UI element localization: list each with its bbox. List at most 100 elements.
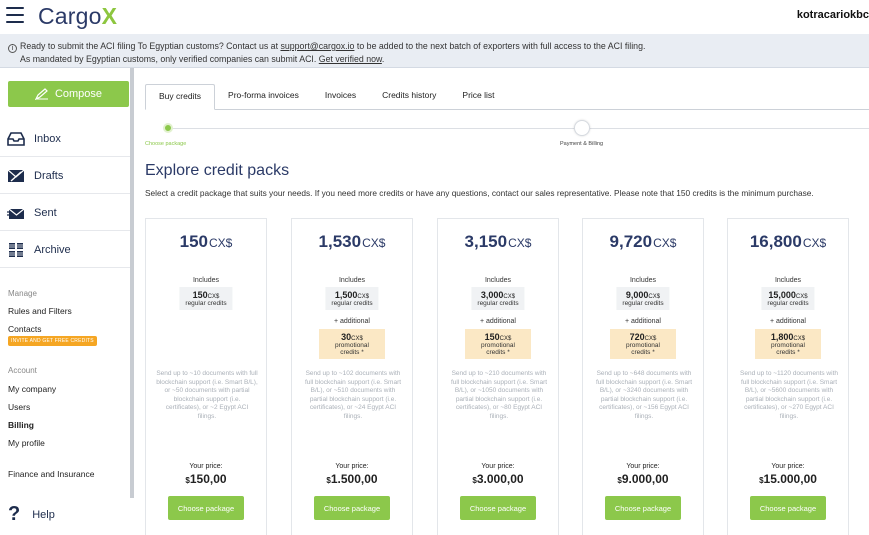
choose-package-button[interactable]: Choose package xyxy=(750,496,826,520)
archive-icon xyxy=(6,241,26,259)
includes-label: Includes xyxy=(338,277,366,284)
account-section-label: Account xyxy=(8,366,37,375)
pack-amount: 150CX$ xyxy=(179,232,233,251)
pack-description: Send up to ~648 documents with full bloc… xyxy=(595,370,693,420)
additional-label: + additional xyxy=(769,318,806,325)
pack-description: Send up to ~10 documents with full block… xyxy=(156,370,258,420)
step-choose-package-dot xyxy=(163,123,173,133)
choose-package-button[interactable]: Choose package xyxy=(605,496,681,520)
choose-package-button[interactable]: Choose package xyxy=(314,496,390,520)
pack-description: Send up to ~102 documents with full bloc… xyxy=(304,370,402,420)
regular-credits-box: 3,000CX$ regular credits xyxy=(471,287,525,310)
tab-buy-credits[interactable]: Buy credits xyxy=(145,84,216,110)
your-price-label: Your price: xyxy=(335,463,369,470)
pack-amount: 1,530CX$ xyxy=(318,232,386,251)
pack-price: $3.000,00 xyxy=(472,472,524,486)
support-email-link[interactable]: support@cargox.io xyxy=(280,41,354,51)
regular-credits-box: 15,000CX$ regular credits xyxy=(761,287,815,310)
top-bar: CargoX kotracariokbc xyxy=(0,0,869,34)
sidebar-label-drafts: Drafts xyxy=(34,169,64,182)
promotional-credits-box: 150CX$ promotional credits * xyxy=(465,329,531,359)
promotional-credits-box: 720CX$ promotional credits * xyxy=(610,329,676,359)
compose-button[interactable]: Compose xyxy=(8,81,129,107)
credit-pack-card: 9,720CX$ Includes 9,000CX$ regular credi… xyxy=(582,218,704,535)
step-choose-package-label: Choose package xyxy=(145,141,187,147)
sent-icon xyxy=(6,204,26,222)
sidebar-item-drafts[interactable]: Drafts xyxy=(0,158,130,194)
pack-price: $150,00 xyxy=(185,472,227,486)
rules-and-filters-link[interactable]: Rules and Filters xyxy=(8,306,72,316)
your-price-label: Your price: xyxy=(771,463,805,470)
regular-credits-box: 1,500CX$ regular credits xyxy=(325,287,379,310)
billing-tabs: Buy credits Pro-forma invoices Invoices … xyxy=(145,84,508,110)
pack-price: $9.000,00 xyxy=(617,472,669,486)
pack-description: Send up to ~210 documents with full bloc… xyxy=(450,370,548,420)
help-icon: ? xyxy=(8,503,21,525)
promotional-credits-box: 30CX$ promotional credits * xyxy=(319,329,385,359)
billing-link[interactable]: Billing xyxy=(8,420,34,430)
tab-pro-forma-invoices[interactable]: Pro-forma invoices xyxy=(215,84,312,110)
additional-label: + additional xyxy=(333,318,370,325)
manage-section-label: Manage xyxy=(8,289,37,298)
your-price-label: Your price: xyxy=(626,463,660,470)
sidebar-item-sent[interactable]: Sent xyxy=(0,195,130,231)
tab-price-list[interactable]: Price list xyxy=(449,84,507,110)
pack-price: $1.500,00 xyxy=(326,472,378,486)
additional-label: + additional xyxy=(479,318,516,325)
stepper-track xyxy=(168,128,869,129)
help-label: Help xyxy=(32,508,55,521)
sidebar: Compose Inbox Drafts Sent Archive Manage… xyxy=(0,68,130,535)
pack-price: $15.000,00 xyxy=(759,472,817,486)
notice-line-2: As mandated by Egyptian customs, only ve… xyxy=(20,54,385,64)
contacts-link[interactable]: Contacts xyxy=(8,324,42,334)
step-payment-billing-dot xyxy=(574,120,590,136)
your-price-label: Your price: xyxy=(189,463,223,470)
info-icon: i xyxy=(8,44,17,53)
additional-label: + additional xyxy=(624,318,661,325)
includes-label: Includes xyxy=(774,277,802,284)
pack-description: Send up to ~1120 documents with full blo… xyxy=(740,370,838,420)
your-price-label: Your price: xyxy=(481,463,515,470)
promotional-credits-box: 1,800CX$ promotional credits * xyxy=(755,329,821,359)
tab-credits-history[interactable]: Credits history xyxy=(369,84,449,110)
aci-notice-bar: i Ready to submit the ACI filing To Egypt… xyxy=(0,34,869,68)
my-profile-link[interactable]: My profile xyxy=(8,438,45,448)
finance-insurance-link[interactable]: Finance and Insurance xyxy=(8,469,94,479)
notice-line-1: i Ready to submit the ACI filing To Egypt… xyxy=(8,40,869,53)
logo-text: Cargo xyxy=(38,3,102,29)
sidebar-label-archive: Archive xyxy=(34,243,71,256)
sidebar-item-archive[interactable]: Archive xyxy=(0,232,130,268)
users-link[interactable]: Users xyxy=(8,402,30,412)
notice-text-1: Ready to submit the ACI filing To Egypti… xyxy=(20,41,279,51)
page-title: Explore credit packs xyxy=(145,162,290,179)
compose-label: Compose xyxy=(54,88,103,100)
cargox-logo[interactable]: CargoX xyxy=(38,3,117,30)
menu-icon[interactable] xyxy=(6,7,24,23)
sidebar-scrollbar[interactable] xyxy=(130,68,134,498)
credit-pack-card: 150CX$ Includes 150CX$ regular credits S… xyxy=(145,218,267,535)
help-link[interactable]: ? Help xyxy=(8,503,55,526)
compose-icon xyxy=(34,88,48,100)
my-company-link[interactable]: My company xyxy=(8,384,56,394)
regular-credits-box: 9,000CX$ regular credits xyxy=(616,287,670,310)
inbox-icon xyxy=(6,130,26,148)
sidebar-label-inbox: Inbox xyxy=(34,132,61,145)
sidebar-item-inbox[interactable]: Inbox xyxy=(0,121,130,157)
choose-package-button[interactable]: Choose package xyxy=(460,496,536,520)
step-payment-billing-label: Payment & Billing xyxy=(560,141,604,147)
pack-amount: 9,720CX$ xyxy=(609,232,677,251)
choose-package-button[interactable]: Choose package xyxy=(168,496,244,520)
pack-amount: 16,800CX$ xyxy=(749,232,827,251)
user-menu[interactable]: kotracariokbc xyxy=(797,9,869,21)
invite-badge[interactable]: INVITE AND GET FREE CREDITS xyxy=(8,336,97,346)
drafts-icon xyxy=(6,167,26,185)
includes-label: Includes xyxy=(484,277,512,284)
get-verified-link[interactable]: Get verified now xyxy=(319,54,382,64)
credit-pack-card: 16,800CX$ Includes 15,000CX$ regular cre… xyxy=(727,218,849,535)
includes-label: Includes xyxy=(629,277,657,284)
tab-invoices[interactable]: Invoices xyxy=(312,84,369,110)
page-description: Select a credit package that suits your … xyxy=(145,188,814,198)
notice-text-2: to be added to the next batch of exporte… xyxy=(356,41,646,51)
regular-credits-box: 150CX$ regular credits xyxy=(179,287,233,310)
includes-label: Includes xyxy=(192,277,220,284)
